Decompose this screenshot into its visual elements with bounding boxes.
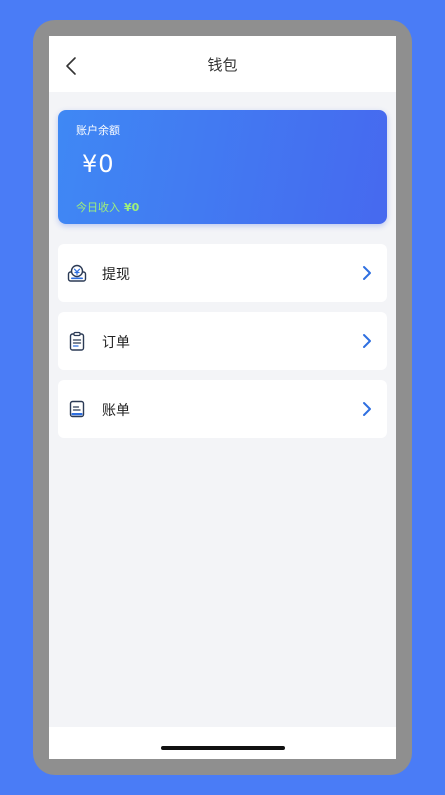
- nav-bar: 钱包: [49, 36, 396, 92]
- bill-icon: [69, 400, 85, 418]
- home-indicator[interactable]: [161, 746, 285, 750]
- bottom-bar: [49, 727, 396, 759]
- app-screen: 钱包 账户余额 ¥0 今日收入 ¥0 提现 订单 账单: [49, 36, 396, 759]
- phone-frame: 钱包 账户余额 ¥0 今日收入 ¥0 提现 订单 账单: [33, 20, 412, 775]
- balance-card: 账户余额 ¥0 今日收入 ¥0: [58, 110, 387, 224]
- withdraw-icon: [67, 264, 87, 282]
- menu-item-bills[interactable]: 账单: [58, 380, 387, 438]
- chevron-right-icon: [363, 266, 371, 280]
- chevron-right-icon: [363, 334, 371, 348]
- menu-item-label: 提现: [102, 267, 130, 283]
- menu-item-withdraw[interactable]: 提现: [58, 244, 387, 302]
- balance-label: 账户余额: [76, 124, 120, 137]
- balance-amount: ¥0: [82, 150, 115, 178]
- chevron-right-icon: [363, 402, 371, 416]
- menu-item-label: 账单: [102, 403, 130, 419]
- today-income: 今日收入 ¥0: [76, 199, 139, 215]
- menu-item-label: 订单: [102, 335, 130, 351]
- page-title: 钱包: [207, 56, 238, 74]
- menu-item-orders[interactable]: 订单: [58, 312, 387, 370]
- order-icon: [69, 331, 85, 351]
- today-income-value: ¥0: [124, 201, 140, 214]
- today-income-label: 今日收入: [76, 201, 120, 214]
